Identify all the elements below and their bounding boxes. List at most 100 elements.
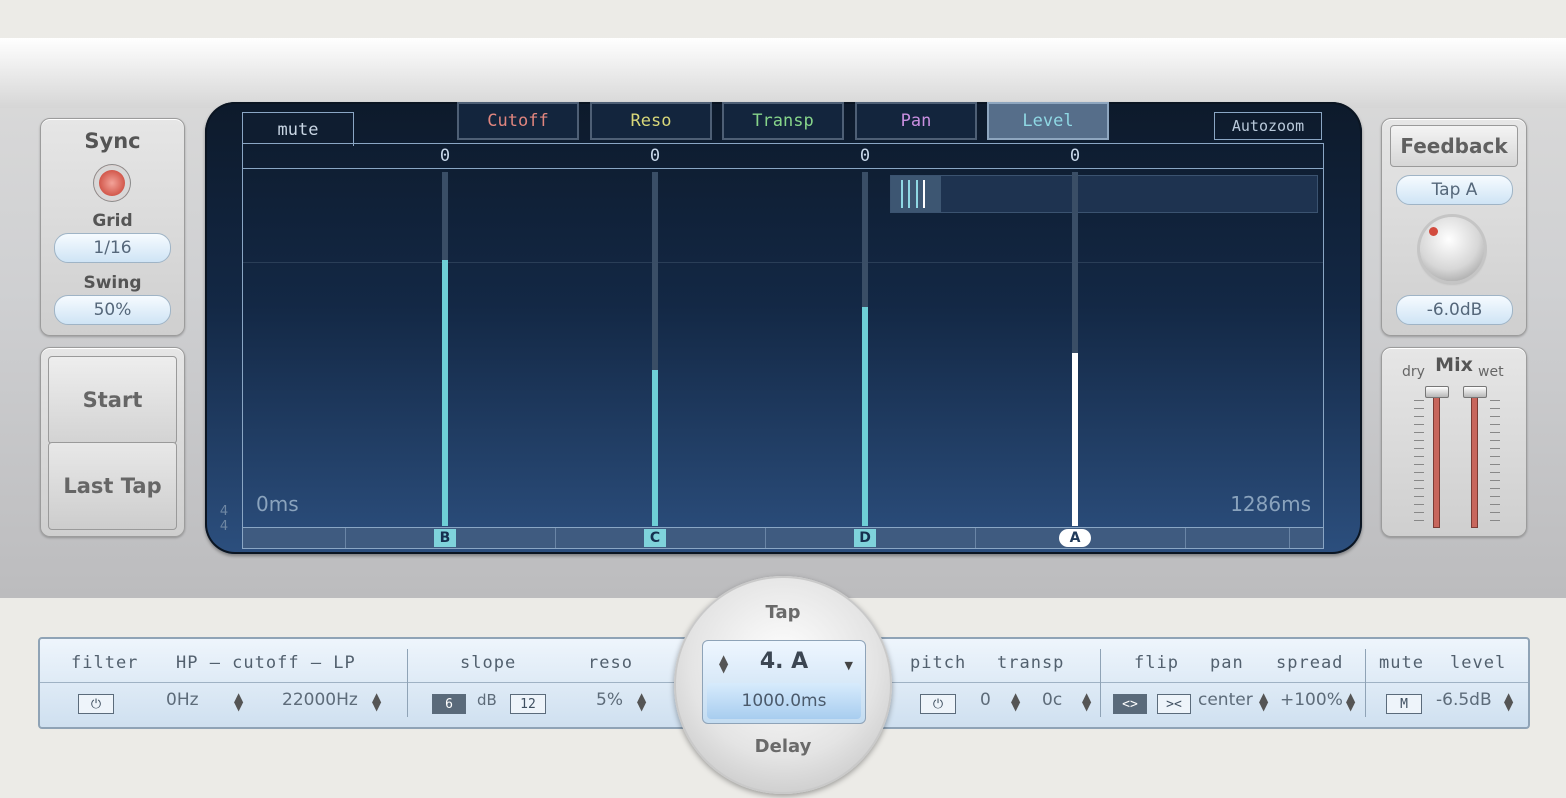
slope-label: slope [460, 653, 517, 673]
tap-value-label: 0 [1069, 146, 1081, 166]
tap-level-bar-c[interactable] [652, 370, 658, 526]
tap-marker-a[interactable]: A [1059, 529, 1091, 547]
mute-tab[interactable]: mute [242, 112, 354, 146]
slope-6-button[interactable]: 6 [432, 694, 466, 714]
mode-transp-button[interactable]: Transp [722, 102, 844, 140]
level-value[interactable]: -6.5dB [1436, 690, 1492, 710]
tap-value-label: 0 [439, 146, 451, 166]
filter-label: filter [71, 653, 139, 673]
dry-label: dry [1402, 364, 1425, 380]
spread-label: spread [1276, 653, 1344, 673]
slope-12-button[interactable]: 12 [510, 694, 546, 714]
sync-button[interactable] [94, 165, 130, 201]
flip-swap-button[interactable]: >< [1157, 694, 1191, 714]
taps-layer: 0 B 0 C 0 D 0 A [243, 144, 1323, 548]
wet-fader-track [1471, 390, 1478, 528]
time-sig-top: 4 [219, 504, 229, 519]
dry-fader-handle[interactable] [1425, 386, 1449, 398]
transp-semitone-stepper-icon[interactable]: ▲ ▼ [1011, 691, 1020, 712]
time-signature: 4 4 [217, 504, 231, 534]
mute-button[interactable]: M [1386, 694, 1422, 714]
hp-value[interactable]: 0Hz [166, 690, 199, 710]
swing-title: Swing [83, 273, 142, 293]
pan-value[interactable]: center [1198, 690, 1253, 710]
transp-label: transp [997, 653, 1065, 673]
tap-level-bar-a[interactable] [1072, 353, 1078, 526]
last-tap-button[interactable]: Last Tap [48, 442, 177, 530]
swing-selector[interactable]: 50% [54, 295, 171, 325]
mode-cutoff-button[interactable]: Cutoff [457, 102, 579, 140]
tap-selected-value: 4. A [759, 649, 809, 674]
tap-display: mute Cutoff Reso Transp Pan Level Autozo… [205, 102, 1362, 554]
tap-buttons-panel: Start Last Tap [40, 347, 185, 537]
filter-power-button[interactable]: ⏻ [78, 694, 114, 714]
autozoom-label: Autozoom [1231, 117, 1305, 135]
flip-label: flip [1134, 653, 1179, 673]
hp-cutoff-lp-label: HP – cutoff – LP [176, 653, 356, 673]
mode-level-button[interactable]: Level [987, 102, 1109, 140]
transp-semitone-value[interactable]: 0 [980, 690, 991, 710]
mode-cutoff-label: Cutoff [487, 111, 549, 131]
grid-selector[interactable]: 1/16 [54, 233, 171, 263]
transp-cent-stepper-icon[interactable]: ▲ ▼ [1082, 691, 1091, 712]
tap-marker-d[interactable]: D [854, 529, 876, 547]
start-button[interactable]: Start [48, 356, 177, 444]
wet-fader-handle[interactable] [1463, 386, 1487, 398]
dry-fader-track [1433, 390, 1440, 528]
grid-title: Grid [92, 211, 133, 231]
tap-level-bar-b[interactable] [442, 260, 448, 526]
mode-level-label: Level [1022, 111, 1074, 131]
tap-grid[interactable]: 0ms 1286ms 0B0C0D0A [242, 143, 1324, 549]
wet-fader[interactable] [1460, 386, 1488, 528]
feedback-button[interactable]: Feedback [1390, 125, 1518, 167]
autozoom-button[interactable]: Autozoom [1214, 112, 1322, 140]
hp-stepper-icon[interactable]: ▲ ▼ [234, 691, 243, 712]
reso-label: reso [588, 653, 633, 673]
dry-fader[interactable] [1422, 386, 1450, 528]
reso-value[interactable]: 5% [596, 690, 623, 710]
pitch-label: pitch [910, 653, 967, 673]
tap-selector[interactable]: ▲ ▼ 4. A ▼ 1000.0ms [702, 640, 866, 724]
pan-label: pan [1210, 653, 1244, 673]
tap-level-bar-d[interactable] [862, 307, 868, 526]
feedback-value-field[interactable]: -6.0dB [1396, 295, 1513, 325]
mode-reso-button[interactable]: Reso [590, 102, 712, 140]
mode-pan-label: Pan [900, 111, 932, 131]
feedback-label: Feedback [1400, 134, 1508, 158]
spread-stepper-icon[interactable]: ▲ ▼ [1346, 691, 1355, 712]
slope-db-label: dB [477, 691, 497, 709]
mute-tab-label: mute [277, 119, 319, 140]
tap-dropdown-icon[interactable]: ▼ [845, 659, 853, 672]
tap-value-label: 0 [649, 146, 661, 166]
lp-stepper-icon[interactable]: ▲ ▼ [372, 691, 381, 712]
mute-label: mute [1379, 653, 1424, 673]
flip-normal-button[interactable]: <> [1113, 694, 1147, 714]
pan-stepper-icon[interactable]: ▲ ▼ [1259, 691, 1268, 712]
tap-marker-b[interactable]: B [434, 529, 456, 547]
tap-value-label: 0 [859, 146, 871, 166]
mode-reso-label: Reso [630, 111, 672, 131]
feedback-panel: Feedback Tap A -6.0dB [1381, 118, 1527, 336]
tap-delay-ring: Tap ▲ ▼ 4. A ▼ 1000.0ms Delay [674, 576, 892, 794]
mode-pan-button[interactable]: Pan [855, 102, 977, 140]
level-label: level [1450, 653, 1507, 673]
level-stepper-icon[interactable]: ▲ ▼ [1504, 691, 1513, 712]
feedback-knob-indicator [1429, 227, 1438, 236]
sync-panel: Sync Grid 1/16 Swing 50% [40, 118, 185, 336]
delay-title: Delay [754, 736, 812, 757]
start-label: Start [82, 388, 143, 412]
feedback-knob[interactable] [1420, 217, 1484, 281]
feedback-tap-selector[interactable]: Tap A [1396, 175, 1513, 205]
reso-stepper-icon[interactable]: ▲ ▼ [637, 691, 646, 712]
transp-cent-value[interactable]: 0c [1042, 690, 1062, 710]
section-divider [407, 649, 408, 717]
spread-value[interactable]: +100% [1280, 690, 1343, 710]
delay-value-field[interactable]: 1000.0ms [707, 683, 861, 719]
section-divider [1100, 649, 1101, 717]
time-sig-bottom: 4 [219, 519, 229, 534]
pitch-power-button[interactable]: ⏻ [920, 694, 956, 714]
lp-value[interactable]: 22000Hz [282, 690, 358, 710]
mix-panel: Mix dry wet [1381, 347, 1527, 537]
tape-delay-plugin: Sync Grid 1/16 Swing 50% Start Last Tap … [0, 0, 1566, 798]
tap-marker-c[interactable]: C [644, 529, 666, 547]
